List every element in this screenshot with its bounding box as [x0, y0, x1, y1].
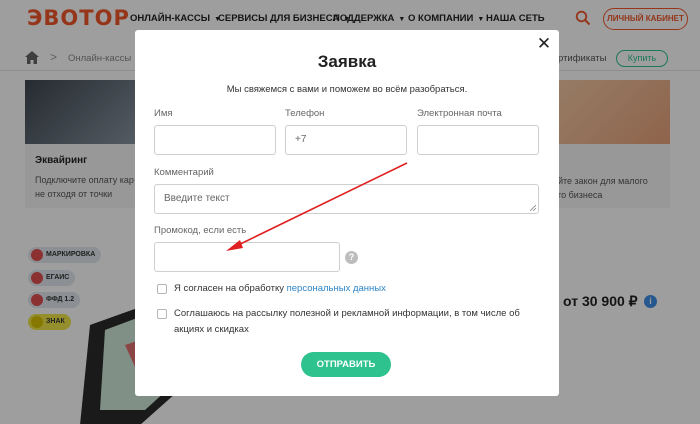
resize-handle-icon[interactable] [530, 205, 536, 211]
promo-label: Промокод, если есть [154, 225, 247, 236]
newsletter-checkbox[interactable] [157, 309, 167, 319]
consent-checkbox[interactable] [157, 284, 167, 294]
comment-label: Комментарий [154, 167, 214, 178]
name-label: Имя [154, 108, 173, 119]
promo-field[interactable] [154, 242, 340, 272]
modal-subtitle: Мы свяжемся с вами и поможем во всём раз… [226, 84, 468, 95]
comment-placeholder: Введите текст [164, 193, 230, 204]
application-modal: ✕ Заявка Мы свяжемся с вами и поможем во… [135, 30, 559, 396]
personal-data-link[interactable]: персональных данных [287, 283, 386, 294]
phone-label: Телефон [285, 108, 325, 119]
modal-title: Заявка [317, 52, 377, 71]
comment-textarea[interactable]: Введите текст [154, 184, 539, 214]
email-label: Электронная почта [417, 108, 502, 119]
help-icon[interactable]: ? [345, 251, 358, 264]
consent-text: Я согласен на обработку персональных дан… [174, 283, 386, 294]
name-field[interactable] [154, 125, 276, 155]
email-field[interactable] [417, 125, 539, 155]
phone-field[interactable]: +7 [285, 125, 407, 155]
close-icon[interactable]: ✕ [536, 35, 552, 52]
newsletter-text: Соглашаюсь на рассылку полезной и реклам… [174, 308, 520, 335]
submit-button[interactable]: ОТПРАВИТЬ [301, 352, 391, 377]
